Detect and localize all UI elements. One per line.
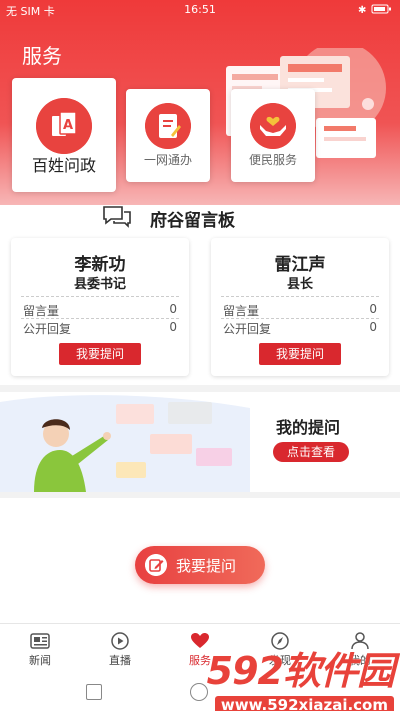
watermark: 592软件园 www.592xiazai.com (206, 640, 395, 711)
divider (221, 318, 379, 319)
ask-question-label: 我要提问 (176, 557, 237, 575)
ask-question-button[interactable]: 我要提问 (259, 343, 341, 365)
service-label: 一网通办 (143, 153, 192, 167)
hands-heart-icon (250, 103, 296, 149)
leader-name: 雷江声 (274, 255, 326, 275)
board-title: 府谷留言板 (150, 211, 235, 231)
reply-count-value: 0 (169, 320, 177, 334)
watermark-brand: 592软件园 (206, 649, 395, 693)
play-icon (111, 632, 129, 650)
message-count-value: 0 (369, 302, 377, 316)
watermark-url: www.592xiazai.com (214, 696, 394, 711)
document-pen-icon (145, 103, 191, 149)
news-icon (30, 633, 50, 649)
home-button[interactable] (190, 683, 208, 701)
leader-position: 县委书记 (73, 277, 126, 292)
divider (21, 318, 179, 319)
clock-text: 16:51 (184, 3, 216, 16)
svg-text:A: A (63, 118, 73, 133)
message-count-label: 留言量 (23, 304, 60, 318)
nav-label: 新闻 (29, 654, 51, 667)
nav-label: 直播 (109, 654, 131, 667)
reply-count-label: 公开回复 (223, 322, 272, 336)
divider (221, 296, 379, 297)
reply-count-value: 0 (369, 320, 377, 334)
nav-item-news[interactable]: 新闻 (0, 624, 80, 672)
document-a-icon: A (36, 98, 92, 154)
chat-bubbles-icon (103, 206, 131, 228)
reply-count-row: 公开回复 0 (23, 320, 177, 337)
ask-question-button[interactable]: 我要提问 (59, 343, 141, 365)
leader-position: 县长 (286, 277, 313, 292)
reply-count-label: 公开回复 (23, 322, 72, 336)
recent-apps-button[interactable] (86, 684, 102, 700)
service-card-yiwang-tongban[interactable]: 一网通办 (126, 89, 210, 182)
message-count-row: 留言量 0 (223, 302, 377, 319)
message-count-value: 0 (169, 302, 177, 316)
status-bar: 无 SIM 卡 16:51 ✱ (0, 0, 400, 20)
service-card-bianmin-fuwu[interactable]: 便民服务 (231, 89, 315, 182)
section-divider (0, 492, 400, 498)
page: 无 SIM 卡 16:51 ✱ 服务 A 百姓问政 一网通办 便民服务 府谷留言… (0, 0, 400, 711)
message-count-label: 留言量 (223, 304, 260, 318)
edit-icon (145, 554, 167, 576)
divider (21, 296, 179, 297)
battery-icon: ✱ (358, 3, 392, 18)
service-label: 百姓问政 (31, 156, 96, 175)
page-title: 服务 (22, 44, 62, 68)
leader-card: 李新功 县委书记 留言量 0 公开回复 0 我要提问 (11, 238, 189, 376)
leader-card: 雷江声 县长 留言量 0 公开回复 0 我要提问 (211, 238, 389, 376)
svg-text:✱: ✱ (358, 5, 366, 15)
service-card-baixing-wenzheng[interactable]: A 百姓问政 (12, 78, 116, 192)
person-pointing-illustration (0, 395, 250, 492)
leader-name: 李新功 (74, 255, 126, 275)
reply-count-row: 公开回复 0 (223, 320, 377, 337)
view-my-questions-button[interactable]: 点击查看 (273, 442, 349, 462)
my-questions-banner[interactable]: 我的提问 点击查看 (0, 392, 400, 492)
service-label: 便民服务 (248, 153, 297, 167)
nav-item-live[interactable]: 直播 (80, 624, 160, 672)
ask-question-floating-button[interactable]: 我要提问 (135, 546, 265, 584)
message-count-row: 留言量 0 (23, 302, 177, 319)
my-questions-title: 我的提问 (276, 418, 341, 437)
